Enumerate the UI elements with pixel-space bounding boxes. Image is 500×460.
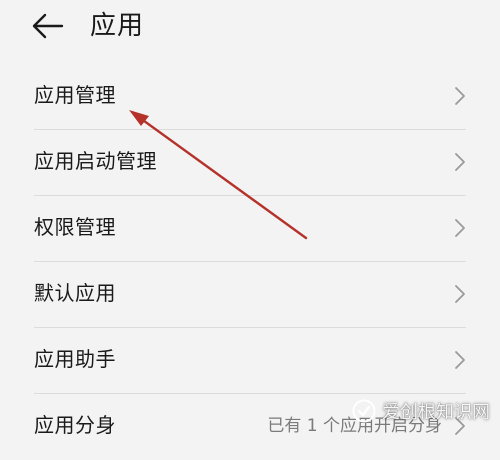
list-item-label: 应用分身 — [34, 413, 116, 437]
list-item-label: 默认应用 — [34, 281, 116, 305]
watermark: 爱创根知识网 — [352, 396, 490, 426]
page-title: 应用 — [90, 11, 145, 41]
list-item-label: 应用启动管理 — [34, 149, 157, 173]
watermark-text: 爱创根知识网 — [382, 402, 490, 423]
list-item-label: 权限管理 — [34, 215, 116, 239]
chevron-right-icon — [455, 153, 465, 171]
arrow-left-icon — [32, 13, 64, 39]
watermark-logo-icon — [352, 399, 376, 423]
back-button[interactable] — [30, 8, 70, 44]
list-item-app-launch-management[interactable]: 应用启动管理 — [0, 130, 500, 196]
list-item-label: 应用助手 — [34, 347, 116, 371]
chevron-right-icon — [455, 219, 465, 237]
chevron-right-icon — [455, 285, 465, 303]
list-item-default-apps[interactable]: 默认应用 — [0, 262, 500, 328]
list-item-permission-management[interactable]: 权限管理 — [0, 196, 500, 262]
header: 应用 — [0, 0, 500, 60]
chevron-right-icon — [455, 351, 465, 369]
chevron-right-icon — [455, 87, 465, 105]
list-item-label: 应用管理 — [34, 83, 116, 107]
list-item-app-assistant[interactable]: 应用助手 — [0, 328, 500, 394]
list-item-app-management[interactable]: 应用管理 — [0, 64, 500, 130]
